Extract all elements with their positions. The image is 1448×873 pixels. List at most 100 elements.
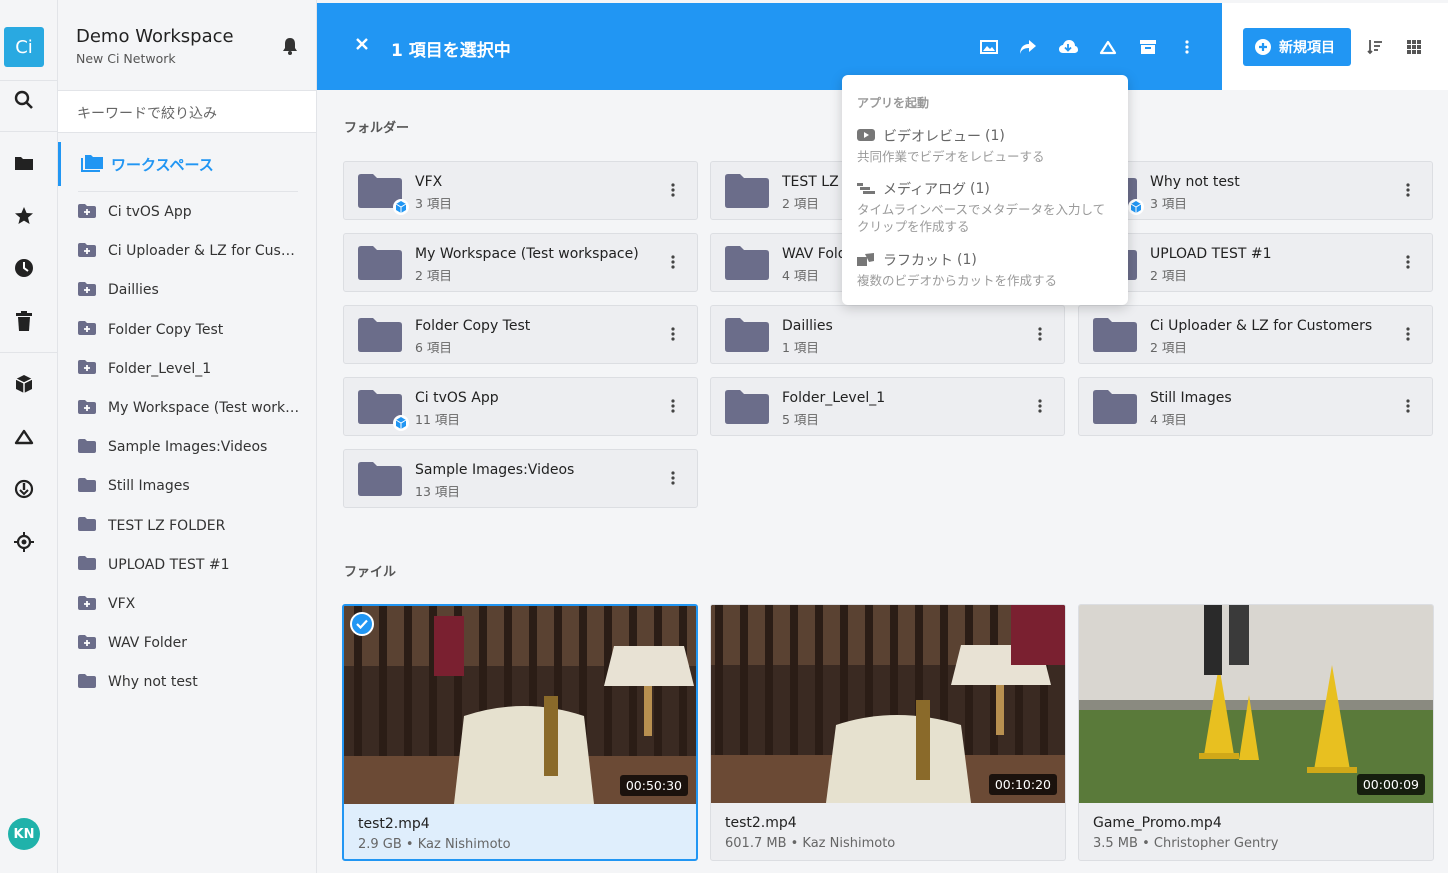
folder-icon <box>358 318 402 356</box>
menu-item-media-log[interactable]: メディアログ (1) タイムラインベースでメタデータを入力してクリップを作成する <box>857 179 1117 235</box>
more-icon[interactable] <box>671 182 675 201</box>
rail-divider <box>0 131 58 132</box>
avatar[interactable]: KN <box>8 818 40 850</box>
sidebar-item-workspace[interactable]: ワークスペース <box>58 142 316 186</box>
download-icon[interactable] <box>1057 36 1079 58</box>
folder-plus-icon <box>78 399 96 418</box>
share-icon[interactable] <box>1017 36 1039 58</box>
folder-icon[interactable] <box>12 151 36 175</box>
folder-card[interactable]: Still Images 4 項目 <box>1078 377 1433 436</box>
bell-icon[interactable] <box>282 37 298 59</box>
folder-card[interactable]: Folder Copy Test 6 項目 <box>343 305 698 364</box>
folder-card[interactable]: Sample Images:Videos 13 項目 <box>343 449 698 508</box>
sidebar-tree-item[interactable]: Sample Images:Videos <box>78 435 316 459</box>
file-meta: 3.5 MB • Christopher Gentry <box>1093 836 1279 851</box>
shared-cube-icon <box>1128 199 1144 219</box>
video-thumbnail[interactable]: 00:00:09 <box>1079 605 1433 803</box>
sidebar-tree-label: My Workspace (Test workspace) <box>108 400 300 416</box>
cloud-icon[interactable] <box>1097 36 1119 58</box>
video-thumbnail[interactable]: 00:10:20 <box>711 605 1065 803</box>
video-thumbnail[interactable]: 00:50:30 <box>344 606 696 804</box>
menu-item-rough-cut[interactable]: ラフカット (1) 複数のビデオからカットを作成する <box>857 250 1117 289</box>
file-card[interactable]: 00:00:09 Game_Promo.mp4 3.5 MB • Christo… <box>1078 604 1434 861</box>
sidebar-tree-item[interactable]: Why not test <box>78 670 316 694</box>
media-log-icon <box>857 183 875 194</box>
folder-count: 3 項目 <box>415 196 452 211</box>
sidebar-tree-label: Ci Uploader & LZ for Customers <box>108 243 300 260</box>
folder-name: VFX <box>415 174 443 190</box>
cube-icon[interactable] <box>12 372 36 396</box>
folder-name: Why not test <box>1150 174 1240 190</box>
sidebar-tree-item[interactable]: VFX <box>78 592 316 616</box>
cloud-icon[interactable] <box>12 425 36 449</box>
folder-card[interactable]: VFX 3 項目 <box>343 161 698 220</box>
file-name: test2.mp4 <box>358 816 430 832</box>
more-icon[interactable] <box>671 326 675 345</box>
sidebar-tree-label: Folder Copy Test <box>108 321 224 338</box>
new-item-button[interactable]: 新規項目 <box>1243 28 1351 66</box>
workspace-subtitle: New Ci Network <box>76 51 176 66</box>
more-icon[interactable] <box>1406 182 1410 201</box>
folder-card[interactable]: My Workspace (Test workspace) 2 項目 <box>343 233 698 292</box>
target-icon[interactable] <box>12 530 36 554</box>
folder-card[interactable]: UPLOAD TEST #1 2 項目 <box>1078 233 1433 292</box>
workspace-title[interactable]: Demo Workspace <box>76 26 234 47</box>
power-icon[interactable] <box>12 477 36 501</box>
folder-card[interactable]: Why not test 3 項目 <box>1078 161 1433 220</box>
more-icon[interactable] <box>1406 398 1410 417</box>
folder-icon <box>78 477 96 496</box>
file-card[interactable]: 00:10:20 test2.mp4 601.7 MB • Kaz Nishim… <box>710 604 1066 861</box>
menu-item-video-review[interactable]: ビデオレビュー (1) 共同作業でビデオをレビューする <box>857 126 1117 165</box>
clock-icon[interactable] <box>12 256 36 280</box>
sidebar-tree-item[interactable]: Folder_Level_1 <box>78 357 316 381</box>
more-icon[interactable] <box>1406 326 1410 345</box>
folder-card[interactable]: Ci tvOS App 11 項目 <box>343 377 698 436</box>
sidebar-tree-item[interactable]: Still Images <box>78 474 316 498</box>
sidebar-tree-label: Why not test <box>108 674 198 691</box>
more-icon[interactable] <box>1038 326 1042 345</box>
folder-icon <box>1093 390 1137 428</box>
folder-name: Ci Uploader & LZ for Customers <box>1150 318 1373 334</box>
folder-icon <box>78 438 96 457</box>
sidebar-tree-label: Daillies <box>108 282 159 299</box>
folder-count: 11 項目 <box>415 412 460 427</box>
file-meta: 2.9 GB • Kaz Nishimoto <box>358 837 511 852</box>
grid-view-icon[interactable] <box>1404 37 1424 57</box>
file-card[interactable]: 00:50:30 test2.mp4 2.9 GB • Kaz Nishimot… <box>342 604 698 861</box>
sidebar-tree-item[interactable]: Daillies <box>78 278 316 302</box>
folder-plus-icon <box>78 595 96 614</box>
sidebar-tree-item[interactable]: Folder Copy Test <box>78 318 316 342</box>
sidebar-tree-item[interactable]: WAV Folder <box>78 631 316 655</box>
files-heading: ファイル <box>344 565 397 580</box>
folder-name: Still Images <box>1150 390 1232 406</box>
more-icon[interactable] <box>1038 398 1042 417</box>
folder-card[interactable]: Folder_Level_1 5 項目 <box>710 377 1065 436</box>
sidebar-tree-item[interactable]: Ci Uploader & LZ for Customers <box>78 239 316 263</box>
folder-icon <box>358 462 402 500</box>
check-icon[interactable] <box>350 612 374 636</box>
sidebar-tree-item[interactable]: TEST LZ FOLDER <box>78 514 316 538</box>
filter-input[interactable]: キーワードで絞り込み <box>58 90 316 133</box>
sidebar-tree-item[interactable]: My Workspace (Test workspace) <box>78 396 316 420</box>
search-icon[interactable] <box>12 88 36 112</box>
more-icon[interactable] <box>1406 254 1410 273</box>
folder-icon <box>725 390 769 428</box>
app-logo[interactable]: Ci <box>4 27 44 67</box>
more-icon[interactable] <box>671 470 675 489</box>
sidebar-tree-item[interactable]: Ci tvOS App <box>78 200 316 224</box>
folder-card[interactable]: Daillies 1 項目 <box>710 305 1065 364</box>
file-meta: 601.7 MB • Kaz Nishimoto <box>725 836 896 851</box>
star-icon[interactable] <box>12 204 36 228</box>
close-icon[interactable] <box>355 36 369 55</box>
archive-icon[interactable] <box>1137 36 1159 58</box>
trash-icon[interactable] <box>12 309 36 333</box>
more-icon[interactable] <box>671 254 675 273</box>
image-icon[interactable] <box>978 36 1000 58</box>
more-icon[interactable] <box>671 398 675 417</box>
folder-card[interactable]: Ci Uploader & LZ for Customers 2 項目 <box>1078 305 1433 364</box>
more-icon[interactable] <box>1176 36 1198 58</box>
sort-icon[interactable] <box>1365 37 1385 57</box>
rail-divider <box>0 80 58 81</box>
sidebar-tree-item[interactable]: UPLOAD TEST #1 <box>78 553 316 577</box>
folder-count: 1 項目 <box>782 340 819 355</box>
